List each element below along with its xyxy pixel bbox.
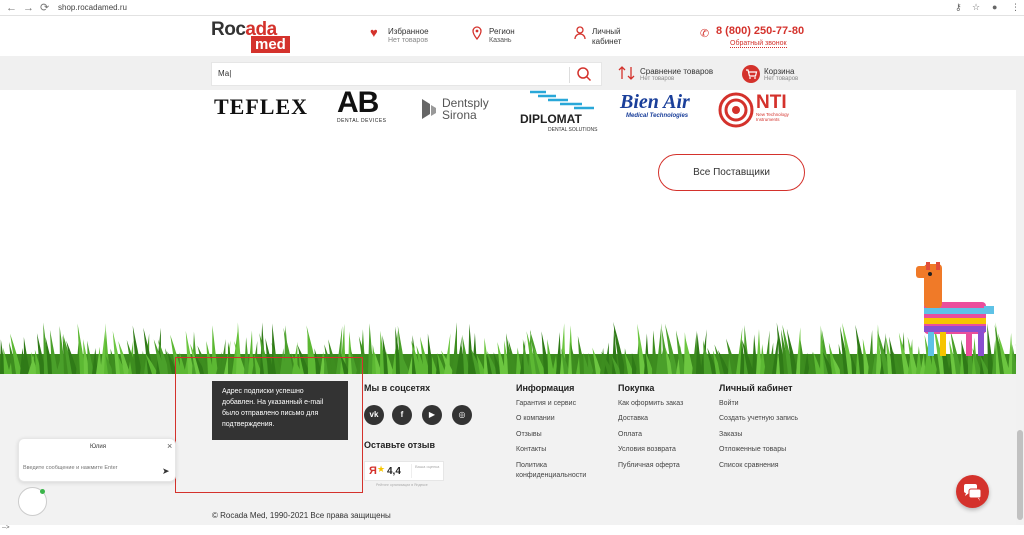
user-icon — [574, 26, 588, 40]
all-suppliers-button[interactable]: Все Поставщики — [658, 154, 805, 191]
chat-open-button[interactable] — [956, 475, 989, 508]
footer-link-returns[interactable]: Условия возврата — [618, 445, 676, 454]
cart-icon — [742, 65, 760, 83]
rating-caption: Рейтинг организации в Яндексе — [376, 483, 428, 487]
highlight-frame — [175, 357, 363, 493]
key-icon[interactable]: ⚷ — [955, 2, 962, 13]
yandex-rating-widget[interactable]: Я ★ 4,4 Ваша оценка — [364, 461, 444, 481]
dentsply-mark-icon — [422, 99, 436, 119]
heart-icon: ♥ — [370, 25, 378, 40]
browser-toolbar: ← → ⟳ shop.rocadamed.ru ⚷ ☆ ● ⋮ — [0, 0, 1024, 16]
rating-star-icon: ★ — [377, 464, 386, 474]
brand-ab-text: AB — [337, 86, 379, 119]
brand-nti-subtext: New Technology Instruments — [756, 112, 789, 122]
review-heading: Оставьте отзыв — [364, 440, 435, 450]
instagram-icon[interactable]: ◎ — [452, 405, 472, 425]
footer-link-login[interactable]: Войти — [719, 399, 739, 408]
footer-link-how-to-order[interactable]: Как оформить заказ — [618, 399, 683, 408]
chat-agent-name: Юлия — [90, 444, 106, 450]
site-logo[interactable]: Rocada med — [211, 19, 301, 55]
brand-logo-ab[interactable]: AB DENTAL DEVICES — [337, 86, 387, 125]
cart-count: Нет товаров — [764, 76, 799, 82]
rating-value: 4,4 — [387, 466, 401, 477]
compare-title: Сравнение товаров — [640, 67, 714, 76]
brand-dentsply-line2: Sirona — [442, 108, 477, 122]
social-heading: Мы в соцсетях — [364, 383, 431, 393]
profile-icon[interactable]: ● — [992, 2, 997, 12]
menu-icon[interactable]: ⋮ — [1011, 2, 1020, 13]
chat-message-input[interactable] — [23, 465, 159, 471]
pinata-llama-decoration — [916, 262, 994, 356]
chat-bubbles-icon — [964, 484, 982, 501]
brand-diplomat-subtext: DENTAL SOLUTIONS — [548, 127, 598, 133]
footer-link-orders[interactable]: Заказы — [719, 430, 742, 439]
search-divider — [569, 67, 570, 83]
footer-link-privacy-1[interactable]: Политика — [516, 461, 547, 470]
favorites-count: Нет товаров — [388, 37, 428, 44]
compare-arrows-icon — [618, 65, 636, 86]
phone-icon: ✆ — [700, 28, 710, 40]
footer-link-contacts[interactable]: Контакты — [516, 445, 546, 454]
rating-badge: Ваша оценка — [411, 464, 441, 478]
account-sub: кабинет — [592, 37, 622, 46]
brand-logo-bienair[interactable]: Bien Air Medical Technologies — [620, 91, 690, 119]
brand-nti-text: NTI — [756, 92, 787, 113]
grass-decoration — [0, 322, 1024, 374]
star-icon[interactable]: ☆ — [972, 2, 980, 13]
forward-icon[interactable]: → — [23, 2, 34, 14]
address-bar[interactable]: shop.rocadamed.ru — [58, 2, 127, 14]
footer-link-offer[interactable]: Публичная оферта — [618, 461, 680, 470]
phone-number[interactable]: 8 (800) 250-77-80 — [716, 25, 804, 37]
footer-link-register[interactable]: Создать учетную запись — [719, 414, 798, 423]
send-icon[interactable]: ➤ — [162, 466, 170, 477]
brand-logo-teflex[interactable]: TEFLEX — [214, 94, 308, 120]
cart-title: Корзина — [764, 67, 795, 76]
callback-link[interactable]: Обратный звонок — [730, 40, 787, 48]
chat-popup: Юлия × ➤ — [18, 438, 176, 482]
scrollbar-thumb[interactable] — [1017, 430, 1023, 520]
location-pin-icon — [471, 26, 485, 41]
vk-icon[interactable]: vk — [364, 405, 384, 425]
online-status-dot — [40, 489, 45, 494]
footer-link-saved[interactable]: Отложенные товары — [719, 445, 786, 454]
compare-count: Нет товаров — [640, 76, 675, 82]
search-icon[interactable] — [576, 66, 592, 87]
footer-link-delivery[interactable]: Доставка — [618, 414, 648, 423]
footer-link-about[interactable]: О компании — [516, 414, 555, 423]
footer-link-compare-list[interactable]: Список сравнения — [719, 461, 779, 470]
search-input[interactable] — [218, 69, 558, 78]
footer-link-privacy-2[interactable]: конфиденциальности — [516, 471, 586, 480]
brand-ab-subtext: DENTAL DEVICES — [337, 118, 387, 124]
copyright-text: © Rocada Med, 1990-2021 Все права защище… — [212, 511, 391, 520]
purchase-heading: Покупка — [618, 383, 655, 393]
logo-text-med: med — [251, 36, 290, 53]
favorites-title: Избранное — [388, 27, 429, 36]
facebook-icon[interactable]: f — [392, 405, 412, 425]
nti-rings-icon — [718, 92, 754, 128]
account-title: Личный — [592, 27, 621, 36]
search-box — [211, 62, 602, 86]
back-icon[interactable]: ← — [6, 2, 17, 14]
chat-close-icon[interactable]: × — [167, 441, 172, 451]
brand-diplomat-text: DIPLOMAT — [520, 112, 582, 126]
footer-link-payment[interactable]: Оплата — [618, 430, 642, 439]
page-scrollbar[interactable] — [1016, 90, 1024, 525]
footer-link-warranty[interactable]: Гарантия и сервис — [516, 399, 576, 408]
chat-agent-avatar[interactable] — [18, 487, 47, 516]
status-bar: --> — [0, 525, 1024, 535]
diplomat-wave-icon — [530, 90, 594, 110]
youtube-icon[interactable]: ▶ — [422, 405, 442, 425]
logo-text-dark: Roc — [211, 19, 246, 40]
reload-icon[interactable]: ⟳ — [40, 2, 49, 14]
info-heading: Информация — [516, 383, 575, 393]
account-heading: Личный кабинет — [719, 383, 793, 393]
footer-link-reviews[interactable]: Отзывы — [516, 430, 542, 439]
brand-bienair-text: Bien Air — [620, 91, 690, 113]
yandex-logo: Я — [369, 465, 377, 477]
region-value: Казань — [489, 37, 512, 44]
region-title: Регион — [489, 27, 515, 36]
brand-bienair-subtext: Medical Technologies — [626, 113, 689, 119]
